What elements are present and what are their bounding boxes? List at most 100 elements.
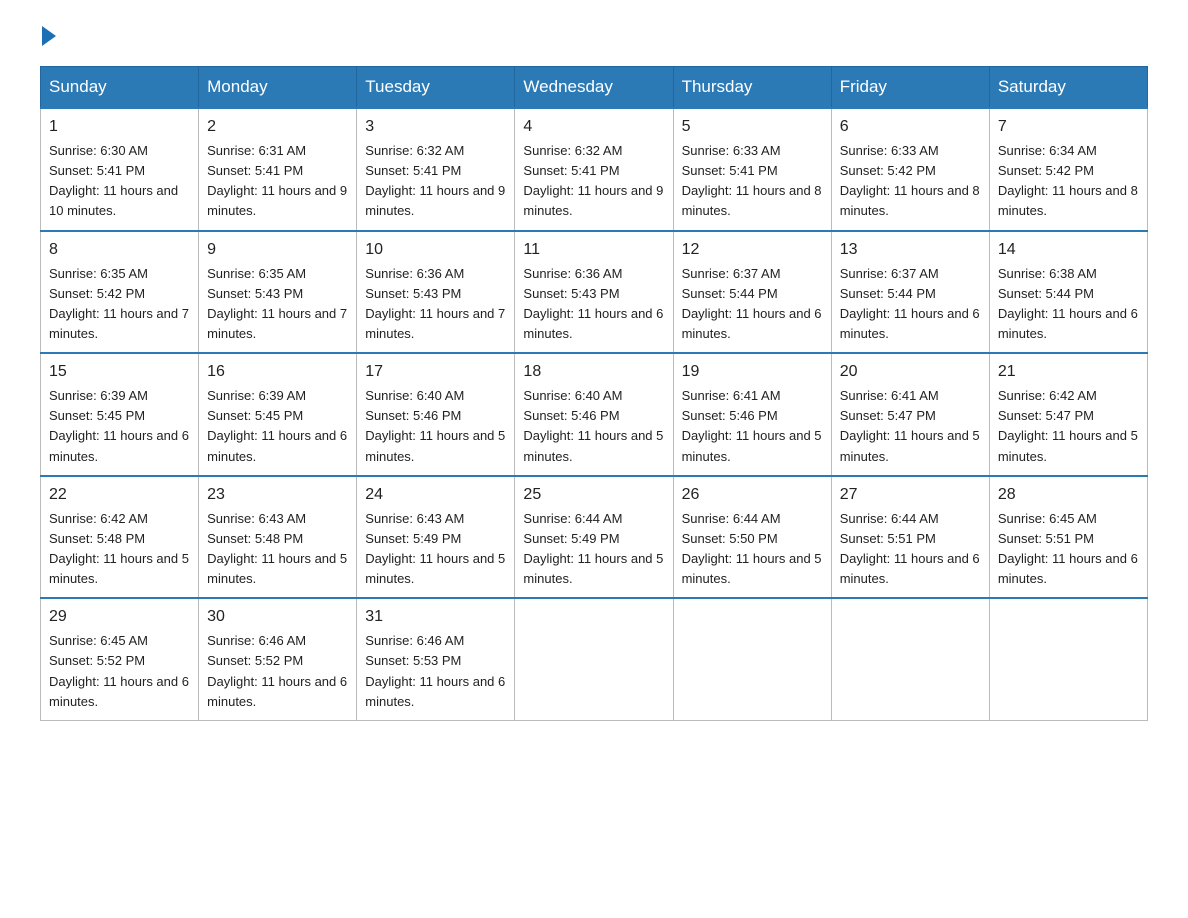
calendar-cell: 25 Sunrise: 6:44 AMSunset: 5:49 PMDaylig… [515, 476, 673, 599]
calendar-cell: 15 Sunrise: 6:39 AMSunset: 5:45 PMDaylig… [41, 353, 199, 476]
weekday-header-tuesday: Tuesday [357, 67, 515, 109]
day-number: 8 [49, 238, 190, 262]
calendar-cell: 3 Sunrise: 6:32 AMSunset: 5:41 PMDayligh… [357, 108, 515, 231]
day-number: 5 [682, 115, 823, 139]
day-info: Sunrise: 6:43 AMSunset: 5:48 PMDaylight:… [207, 511, 347, 586]
day-number: 22 [49, 483, 190, 507]
day-info: Sunrise: 6:43 AMSunset: 5:49 PMDaylight:… [365, 511, 505, 586]
calendar-cell [831, 598, 989, 720]
calendar-cell: 9 Sunrise: 6:35 AMSunset: 5:43 PMDayligh… [199, 231, 357, 354]
calendar-cell: 22 Sunrise: 6:42 AMSunset: 5:48 PMDaylig… [41, 476, 199, 599]
day-number: 1 [49, 115, 190, 139]
weekday-header-row: SundayMondayTuesdayWednesdayThursdayFrid… [41, 67, 1148, 109]
calendar-cell: 27 Sunrise: 6:44 AMSunset: 5:51 PMDaylig… [831, 476, 989, 599]
day-number: 15 [49, 360, 190, 384]
calendar-cell: 5 Sunrise: 6:33 AMSunset: 5:41 PMDayligh… [673, 108, 831, 231]
week-row-1: 1 Sunrise: 6:30 AMSunset: 5:41 PMDayligh… [41, 108, 1148, 231]
day-info: Sunrise: 6:36 AMSunset: 5:43 PMDaylight:… [365, 266, 505, 341]
weekday-header-sunday: Sunday [41, 67, 199, 109]
calendar-cell: 16 Sunrise: 6:39 AMSunset: 5:45 PMDaylig… [199, 353, 357, 476]
calendar-cell: 20 Sunrise: 6:41 AMSunset: 5:47 PMDaylig… [831, 353, 989, 476]
day-number: 7 [998, 115, 1139, 139]
day-number: 12 [682, 238, 823, 262]
weekday-header-monday: Monday [199, 67, 357, 109]
weekday-header-saturday: Saturday [989, 67, 1147, 109]
calendar-cell: 10 Sunrise: 6:36 AMSunset: 5:43 PMDaylig… [357, 231, 515, 354]
week-row-4: 22 Sunrise: 6:42 AMSunset: 5:48 PMDaylig… [41, 476, 1148, 599]
calendar-cell: 30 Sunrise: 6:46 AMSunset: 5:52 PMDaylig… [199, 598, 357, 720]
calendar-cell [515, 598, 673, 720]
calendar-cell: 24 Sunrise: 6:43 AMSunset: 5:49 PMDaylig… [357, 476, 515, 599]
day-info: Sunrise: 6:38 AMSunset: 5:44 PMDaylight:… [998, 266, 1138, 341]
calendar-table: SundayMondayTuesdayWednesdayThursdayFrid… [40, 66, 1148, 721]
week-row-3: 15 Sunrise: 6:39 AMSunset: 5:45 PMDaylig… [41, 353, 1148, 476]
weekday-header-thursday: Thursday [673, 67, 831, 109]
day-info: Sunrise: 6:41 AMSunset: 5:46 PMDaylight:… [682, 388, 822, 463]
day-info: Sunrise: 6:33 AMSunset: 5:42 PMDaylight:… [840, 143, 980, 218]
calendar-cell: 2 Sunrise: 6:31 AMSunset: 5:41 PMDayligh… [199, 108, 357, 231]
calendar-cell: 28 Sunrise: 6:45 AMSunset: 5:51 PMDaylig… [989, 476, 1147, 599]
day-info: Sunrise: 6:44 AMSunset: 5:51 PMDaylight:… [840, 511, 980, 586]
day-info: Sunrise: 6:40 AMSunset: 5:46 PMDaylight:… [523, 388, 663, 463]
day-number: 18 [523, 360, 664, 384]
day-number: 21 [998, 360, 1139, 384]
day-info: Sunrise: 6:40 AMSunset: 5:46 PMDaylight:… [365, 388, 505, 463]
day-info: Sunrise: 6:35 AMSunset: 5:43 PMDaylight:… [207, 266, 347, 341]
day-number: 31 [365, 605, 506, 629]
calendar-cell: 8 Sunrise: 6:35 AMSunset: 5:42 PMDayligh… [41, 231, 199, 354]
day-number: 29 [49, 605, 190, 629]
day-number: 25 [523, 483, 664, 507]
weekday-header-friday: Friday [831, 67, 989, 109]
day-number: 2 [207, 115, 348, 139]
day-info: Sunrise: 6:37 AMSunset: 5:44 PMDaylight:… [840, 266, 980, 341]
day-number: 13 [840, 238, 981, 262]
day-info: Sunrise: 6:46 AMSunset: 5:53 PMDaylight:… [365, 633, 505, 708]
calendar-cell: 17 Sunrise: 6:40 AMSunset: 5:46 PMDaylig… [357, 353, 515, 476]
day-info: Sunrise: 6:42 AMSunset: 5:47 PMDaylight:… [998, 388, 1138, 463]
day-info: Sunrise: 6:46 AMSunset: 5:52 PMDaylight:… [207, 633, 347, 708]
day-number: 23 [207, 483, 348, 507]
day-number: 4 [523, 115, 664, 139]
day-info: Sunrise: 6:39 AMSunset: 5:45 PMDaylight:… [49, 388, 189, 463]
day-number: 24 [365, 483, 506, 507]
calendar-cell: 29 Sunrise: 6:45 AMSunset: 5:52 PMDaylig… [41, 598, 199, 720]
day-number: 30 [207, 605, 348, 629]
day-info: Sunrise: 6:44 AMSunset: 5:49 PMDaylight:… [523, 511, 663, 586]
day-info: Sunrise: 6:42 AMSunset: 5:48 PMDaylight:… [49, 511, 189, 586]
day-number: 19 [682, 360, 823, 384]
day-number: 16 [207, 360, 348, 384]
day-number: 9 [207, 238, 348, 262]
calendar-cell: 6 Sunrise: 6:33 AMSunset: 5:42 PMDayligh… [831, 108, 989, 231]
day-number: 6 [840, 115, 981, 139]
calendar-cell: 19 Sunrise: 6:41 AMSunset: 5:46 PMDaylig… [673, 353, 831, 476]
calendar-cell: 14 Sunrise: 6:38 AMSunset: 5:44 PMDaylig… [989, 231, 1147, 354]
calendar-cell: 1 Sunrise: 6:30 AMSunset: 5:41 PMDayligh… [41, 108, 199, 231]
day-info: Sunrise: 6:33 AMSunset: 5:41 PMDaylight:… [682, 143, 822, 218]
logo [40, 30, 56, 46]
calendar-cell: 12 Sunrise: 6:37 AMSunset: 5:44 PMDaylig… [673, 231, 831, 354]
day-info: Sunrise: 6:36 AMSunset: 5:43 PMDaylight:… [523, 266, 663, 341]
calendar-cell [989, 598, 1147, 720]
day-info: Sunrise: 6:34 AMSunset: 5:42 PMDaylight:… [998, 143, 1138, 218]
day-number: 20 [840, 360, 981, 384]
day-number: 11 [523, 238, 664, 262]
day-info: Sunrise: 6:45 AMSunset: 5:52 PMDaylight:… [49, 633, 189, 708]
day-number: 17 [365, 360, 506, 384]
day-info: Sunrise: 6:44 AMSunset: 5:50 PMDaylight:… [682, 511, 822, 586]
calendar-cell: 4 Sunrise: 6:32 AMSunset: 5:41 PMDayligh… [515, 108, 673, 231]
week-row-5: 29 Sunrise: 6:45 AMSunset: 5:52 PMDaylig… [41, 598, 1148, 720]
day-info: Sunrise: 6:32 AMSunset: 5:41 PMDaylight:… [523, 143, 663, 218]
day-info: Sunrise: 6:31 AMSunset: 5:41 PMDaylight:… [207, 143, 347, 218]
day-number: 3 [365, 115, 506, 139]
header [40, 30, 1148, 46]
calendar-cell: 11 Sunrise: 6:36 AMSunset: 5:43 PMDaylig… [515, 231, 673, 354]
day-info: Sunrise: 6:35 AMSunset: 5:42 PMDaylight:… [49, 266, 189, 341]
day-number: 14 [998, 238, 1139, 262]
calendar-cell [673, 598, 831, 720]
day-number: 10 [365, 238, 506, 262]
day-info: Sunrise: 6:39 AMSunset: 5:45 PMDaylight:… [207, 388, 347, 463]
day-info: Sunrise: 6:45 AMSunset: 5:51 PMDaylight:… [998, 511, 1138, 586]
week-row-2: 8 Sunrise: 6:35 AMSunset: 5:42 PMDayligh… [41, 231, 1148, 354]
day-info: Sunrise: 6:32 AMSunset: 5:41 PMDaylight:… [365, 143, 505, 218]
weekday-header-wednesday: Wednesday [515, 67, 673, 109]
